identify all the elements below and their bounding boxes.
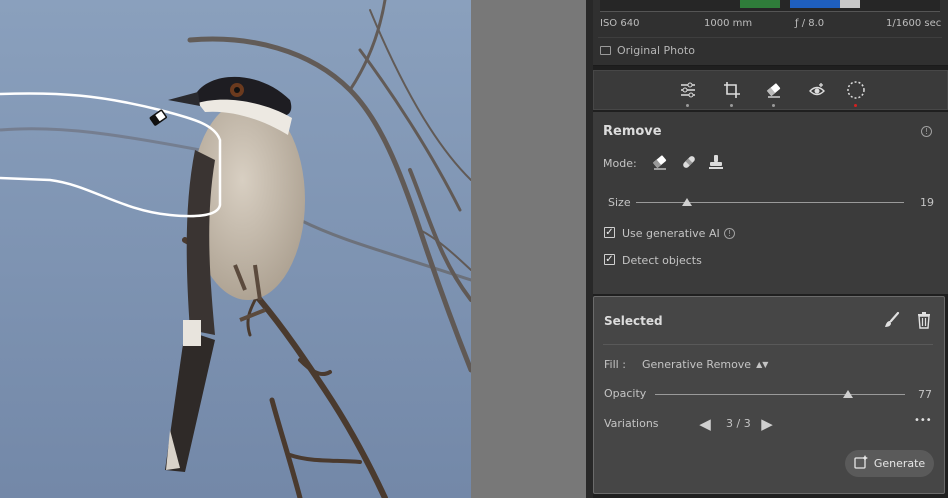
brush-icon[interactable] — [883, 311, 901, 329]
remove-info-icon[interactable]: ! — [921, 126, 932, 137]
histogram-divider — [598, 37, 942, 38]
histogram-green — [740, 0, 780, 8]
fill-dropdown[interactable]: Generative Remove ▲▼ — [642, 358, 768, 371]
generate-label: Generate — [873, 457, 926, 470]
masking-icon[interactable] — [845, 79, 867, 101]
variations-value: 3 / 3 — [726, 417, 751, 430]
histogram-blue — [790, 0, 840, 8]
canvas-gutter — [471, 0, 586, 498]
crop-icon[interactable] — [721, 79, 743, 101]
more-options-icon[interactable]: ••• — [914, 415, 932, 426]
detect-objects-checkbox[interactable]: ✓ — [604, 254, 615, 265]
lightroom-window: ISO 640 1000 mm ƒ / 8.0 1/1600 sec Origi… — [0, 0, 948, 498]
size-label: Size — [608, 196, 631, 209]
remove-mode-eraser-icon[interactable] — [651, 153, 669, 171]
trash-icon[interactable] — [916, 311, 932, 329]
opacity-value[interactable]: 77 — [918, 388, 932, 401]
eraser-icon[interactable] — [763, 79, 785, 101]
red-eye-icon[interactable] — [806, 79, 828, 101]
tool-dot-edit — [686, 104, 689, 107]
generate-button[interactable]: Generate — [845, 450, 934, 477]
fill-value: Generative Remove — [642, 358, 752, 371]
exif-focal-length: 1000 mm — [704, 18, 753, 29]
exif-aperture: ƒ / 8.0 — [795, 18, 825, 29]
tool-dot-crop — [730, 104, 733, 107]
next-variation-arrow-icon[interactable]: ▶ — [757, 416, 777, 432]
original-photo-label: Original Photo — [617, 44, 695, 57]
opacity-slider-thumb[interactable] — [842, 390, 853, 398]
generate-sparkle-icon — [854, 455, 868, 472]
size-value[interactable]: 19 — [920, 196, 934, 209]
photo-image[interactable] — [0, 0, 471, 498]
tool-dot-remove — [772, 104, 775, 107]
exif-shutter: 1/1600 sec — [886, 18, 942, 29]
panel-edge — [586, 0, 593, 498]
histogram-light — [840, 0, 860, 8]
original-photo-toggle[interactable]: Original Photo — [600, 44, 695, 57]
fill-label: Fill : — [604, 358, 626, 371]
opacity-label: Opacity — [604, 387, 647, 400]
selected-divider — [603, 344, 933, 345]
selected-title: Selected — [604, 314, 663, 328]
variations-label: Variations — [604, 417, 659, 430]
opacity-slider-track[interactable] — [655, 394, 905, 395]
histogram-graph[interactable] — [600, 0, 940, 12]
generative-ai-info-icon[interactable]: ! — [724, 228, 735, 239]
tool-dot-masking — [854, 104, 857, 107]
previous-variation-arrow-icon[interactable]: ◀ — [695, 416, 715, 432]
dropdown-arrows-icon: ▲▼ — [756, 359, 769, 369]
size-slider-thumb[interactable] — [681, 198, 692, 206]
exif-iso: ISO 640 — [600, 18, 640, 29]
clone-mode-stamp-icon[interactable] — [707, 153, 725, 171]
use-generative-ai-label[interactable]: Use generative AI — [622, 227, 720, 240]
photo-canvas[interactable] — [0, 0, 586, 498]
detect-objects-label[interactable]: Detect objects — [622, 254, 702, 267]
use-generative-ai-checkbox[interactable]: ✓ — [604, 227, 615, 238]
mode-label: Mode: — [603, 157, 637, 170]
original-photo-icon — [600, 46, 611, 55]
size-slider-track[interactable] — [636, 202, 904, 203]
remove-title: Remove — [603, 124, 662, 139]
edit-sliders-icon[interactable] — [677, 79, 699, 101]
heal-mode-bandage-icon[interactable] — [680, 153, 698, 171]
